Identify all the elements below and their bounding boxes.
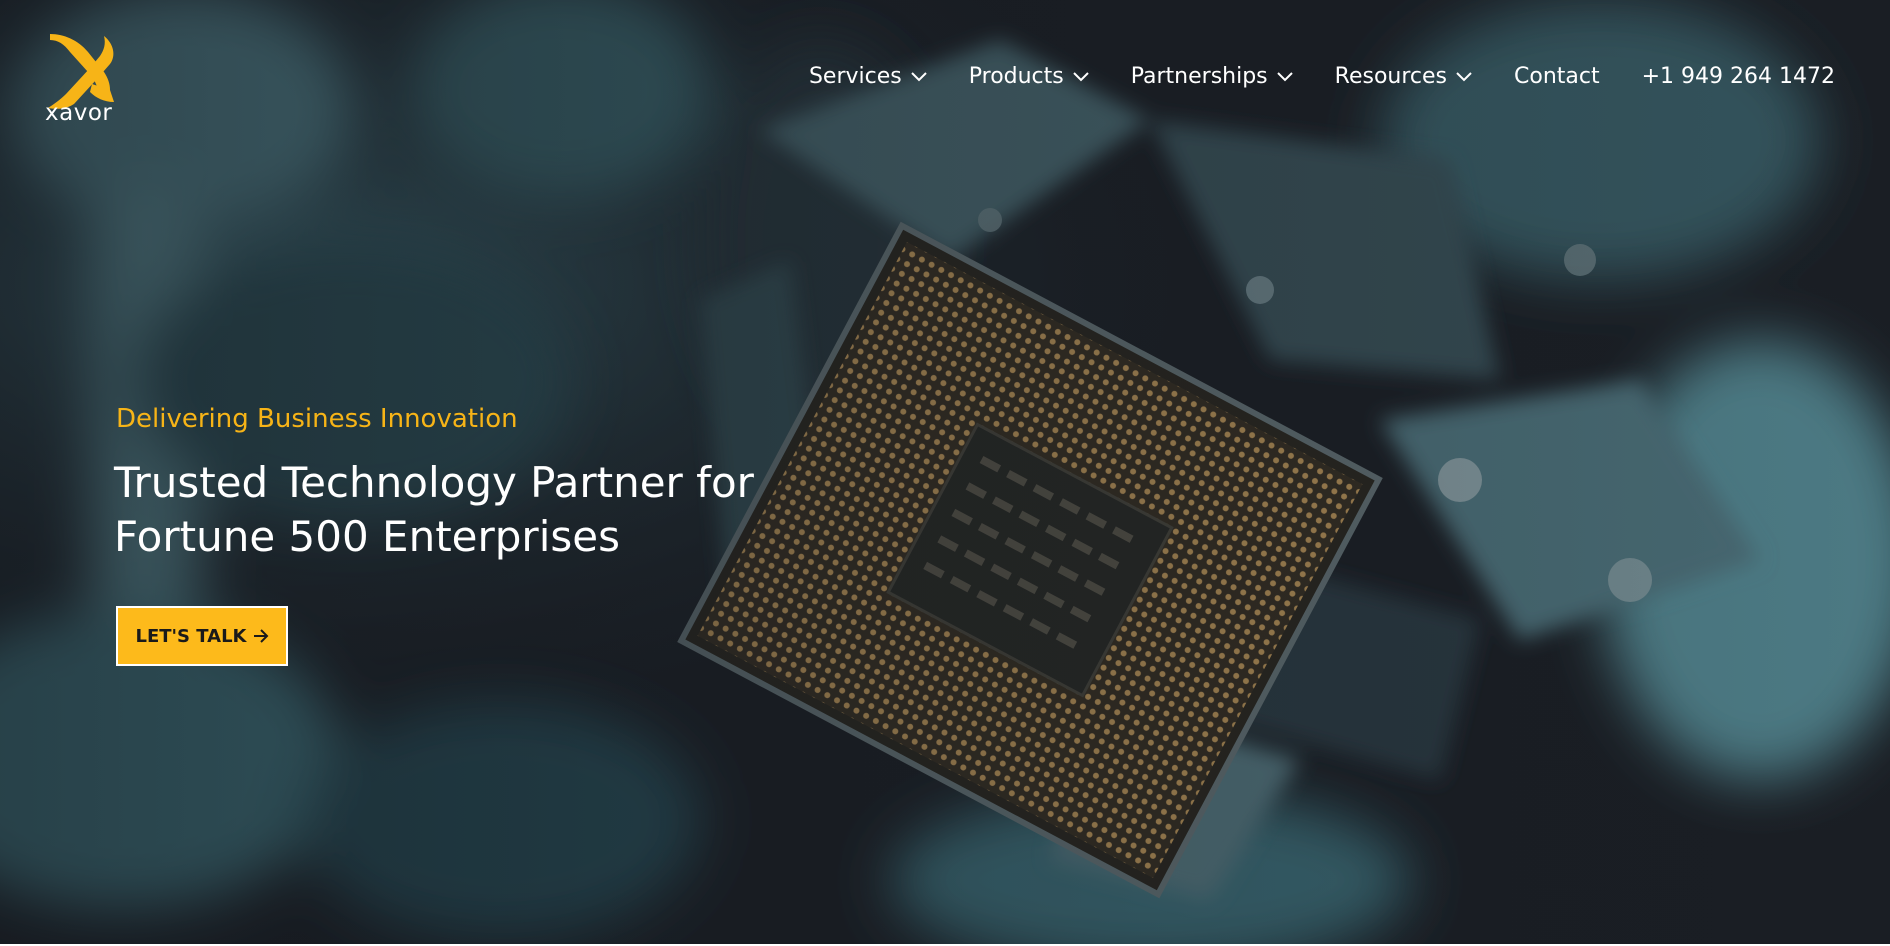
nav-item-partnerships[interactable]: Partnerships [1131, 64, 1293, 89]
lets-talk-button[interactable]: LET'S TALK [116, 606, 288, 666]
nav-item-label: Products [968, 64, 1064, 89]
nav-phone-link[interactable]: +1 949 264 1472 [1642, 64, 1835, 89]
hero-section: xavor Services Products Partnerships Res… [0, 0, 1890, 944]
chevron-down-icon [1276, 71, 1293, 81]
nav-item-services[interactable]: Services [809, 64, 927, 89]
logo-wordmark[interactable]: xavor [45, 100, 112, 126]
chevron-down-icon [1456, 71, 1472, 81]
chevron-down-icon [911, 71, 927, 81]
chevron-down-icon [1073, 71, 1089, 81]
hero-eyebrow: Delivering Business Innovation [116, 404, 518, 434]
nav-item-label: Contact [1514, 64, 1600, 89]
arrow-right-icon [253, 629, 268, 643]
phone-number: +1 949 264 1472 [1641, 64, 1835, 89]
nav-item-label: Resources [1334, 64, 1448, 89]
nav-item-resources[interactable]: Resources [1335, 64, 1472, 89]
nav-item-contact[interactable]: Contact [1514, 64, 1600, 89]
nav-item-label: Partnerships [1130, 64, 1268, 89]
hero-headline-line2: Fortune 500 Enterprises [114, 512, 620, 561]
hero-headline-line1: Trusted Technology Partner for [114, 458, 754, 507]
nav-item-label: Services [808, 64, 902, 89]
main-navigation: Services Products Partnerships Resources… [809, 64, 1835, 89]
nav-item-products[interactable]: Products [969, 64, 1089, 89]
cta-label: LET'S TALK [135, 625, 247, 647]
hero-headline: Trusted Technology Partner for Fortune 5… [114, 456, 834, 564]
